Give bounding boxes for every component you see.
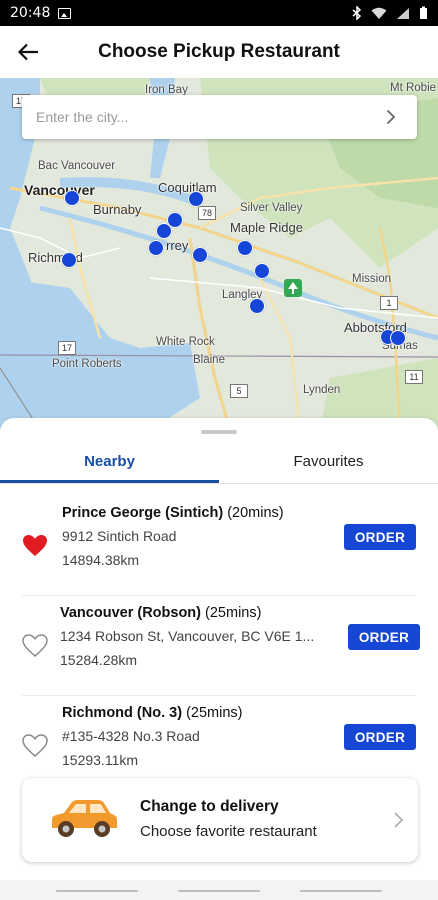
restaurant-wait-time: (25mins) bbox=[186, 705, 243, 721]
city-search-input[interactable] bbox=[36, 109, 379, 125]
restaurant-wait-time: (25mins) bbox=[205, 605, 262, 621]
map-label-bac-vancouver: Bac Vancouver bbox=[38, 160, 116, 172]
city-search-box bbox=[22, 95, 417, 139]
system-nav-bar bbox=[0, 880, 438, 900]
route-badge: 11 bbox=[405, 370, 423, 384]
restaurant-map-pin[interactable] bbox=[156, 223, 172, 239]
restaurant-map-pin[interactable] bbox=[237, 240, 253, 256]
page-title: Choose Pickup Restaurant bbox=[98, 41, 340, 62]
car-icon bbox=[52, 800, 117, 837]
restaurant-distance: 14894.38km bbox=[62, 552, 140, 568]
map-label-white-rock: White Rock bbox=[156, 336, 215, 348]
map-label-mt-robie: Mt Robie bbox=[390, 82, 437, 94]
change-to-delivery-card[interactable]: Change to delivery Choose favorite resta… bbox=[22, 778, 418, 862]
restaurant-name-line: Richmond (No. 3) (25mins) bbox=[62, 702, 332, 724]
route-badge: 78 bbox=[198, 206, 216, 220]
restaurant-wait-time: (20mins) bbox=[227, 505, 284, 521]
restaurant-map-pin[interactable] bbox=[61, 252, 77, 268]
back-button[interactable] bbox=[0, 26, 56, 78]
restaurant-name: Vancouver (Robson) bbox=[60, 605, 201, 621]
map-label-mission: Mission bbox=[352, 273, 391, 285]
nav-recents-button[interactable] bbox=[56, 890, 138, 892]
image-notification-icon bbox=[58, 7, 72, 19]
order-button[interactable]: ORDER bbox=[344, 524, 416, 550]
restaurant-distance: 15284.28km bbox=[60, 652, 138, 668]
route-badge: 1 bbox=[380, 296, 398, 310]
restaurant-name-line: Prince George (Sintich) (20mins) bbox=[62, 502, 332, 524]
map-label-silver-valley: Silver Valley bbox=[240, 202, 303, 214]
restaurant-map-pin[interactable] bbox=[249, 298, 265, 314]
search-submit-button[interactable] bbox=[379, 105, 403, 129]
tab-favourites[interactable]: Favourites bbox=[219, 444, 438, 483]
restaurant-address: 1234 Robson St, Vancouver, BC V6E 1... bbox=[60, 628, 315, 644]
bluetooth-icon bbox=[352, 6, 362, 20]
status-time: 20:48 bbox=[10, 5, 51, 21]
restaurant-name: Prince George (Sintich) bbox=[62, 505, 224, 521]
map-label-lynden: Lynden bbox=[303, 384, 341, 396]
wifi-icon bbox=[371, 7, 387, 19]
restaurant-map-pin[interactable] bbox=[188, 191, 204, 207]
heart-outline-icon[interactable] bbox=[22, 634, 48, 658]
order-button[interactable]: ORDER bbox=[344, 724, 416, 750]
restaurant-map-pin[interactable] bbox=[254, 263, 270, 279]
chevron-right-icon bbox=[394, 812, 404, 828]
battery-icon bbox=[420, 6, 427, 19]
nav-home-button[interactable] bbox=[178, 890, 260, 892]
map-label-surrey: rrey bbox=[166, 238, 189, 253]
restaurant-name-line: Vancouver (Robson) (25mins) bbox=[60, 602, 340, 624]
park-icon bbox=[284, 279, 302, 297]
map-label-point-roberts: Point Roberts bbox=[52, 358, 122, 370]
nav-back-button[interactable] bbox=[300, 890, 382, 892]
map-label-vancouver: Vancouver bbox=[24, 182, 95, 198]
back-arrow-icon bbox=[17, 43, 38, 61]
status-icons bbox=[352, 6, 428, 20]
heart-filled-icon[interactable] bbox=[22, 534, 48, 558]
app-bar: Choose Pickup Restaurant bbox=[0, 26, 438, 78]
restaurant-info: Vancouver (Robson) (25mins) 1234 Robson … bbox=[60, 602, 340, 672]
map-label-maple-ridge: Maple Ridge bbox=[230, 220, 303, 235]
signal-icon bbox=[397, 7, 409, 19]
heart-outline-icon[interactable] bbox=[22, 734, 48, 758]
restaurant-address: #135-4328 No.3 Road bbox=[62, 728, 200, 744]
restaurant-distance: 15293.11km bbox=[62, 752, 139, 768]
route-badge: 17 bbox=[58, 341, 76, 355]
restaurant-info: Prince George (Sintich) (20mins) 9912 Si… bbox=[62, 502, 332, 572]
list-item[interactable]: Vancouver (Robson) (25mins) 1234 Robson … bbox=[22, 596, 420, 696]
tab-nearby[interactable]: Nearby bbox=[0, 444, 219, 483]
map-label-blaine: Blaine bbox=[193, 354, 225, 366]
restaurant-map-pin[interactable] bbox=[64, 190, 80, 206]
route-badge: 5 bbox=[230, 384, 248, 398]
restaurant-map-pin[interactable] bbox=[148, 240, 164, 256]
map-view[interactable]: Iron Bay Mt Robie Bac Vancouver Vancouve… bbox=[0, 78, 438, 430]
restaurant-list: Prince George (Sintich) (20mins) 9912 Si… bbox=[0, 496, 438, 796]
restaurant-map-pin[interactable] bbox=[390, 330, 406, 346]
tab-bar: Nearby Favourites bbox=[0, 444, 438, 484]
restaurant-name: Richmond (No. 3) bbox=[62, 705, 183, 721]
restaurant-map-pin[interactable] bbox=[192, 247, 208, 263]
delivery-subtitle: Choose favorite restaurant bbox=[140, 823, 317, 840]
map-label-burnaby: Burnaby bbox=[93, 202, 142, 217]
order-button[interactable]: ORDER bbox=[348, 624, 420, 650]
restaurant-info: Richmond (No. 3) (25mins) #135-4328 No.3… bbox=[62, 702, 332, 772]
restaurant-address: 9912 Sintich Road bbox=[62, 528, 177, 544]
sheet-drag-handle[interactable] bbox=[201, 430, 237, 434]
map-label-coquitlam: Coquitlam bbox=[158, 180, 217, 195]
status-bar: 20:48 bbox=[0, 0, 438, 26]
delivery-title: Change to delivery bbox=[140, 798, 279, 815]
chevron-right-icon bbox=[386, 109, 396, 125]
list-item[interactable]: Prince George (Sintich) (20mins) 9912 Si… bbox=[22, 496, 416, 596]
